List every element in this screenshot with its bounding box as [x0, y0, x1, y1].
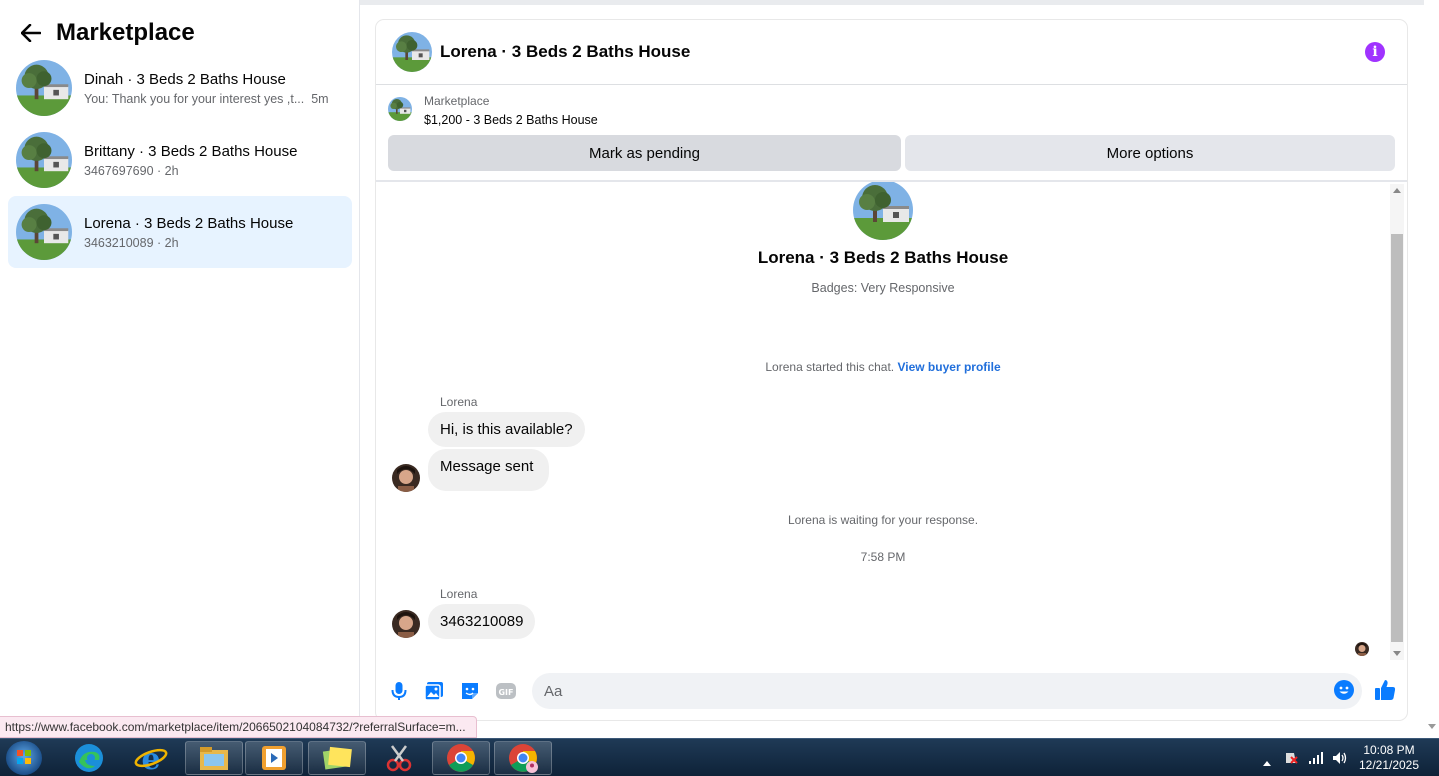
conversation-preview: 3463210089 · 2h [84, 235, 179, 250]
conversation-item-brittany[interactable]: Brittany · 3 Beds 2 Baths House 34676976… [8, 124, 352, 196]
network-icon[interactable] [1308, 751, 1323, 765]
sidebar-header: Marketplace [20, 18, 195, 48]
sticker-icon[interactable] [459, 680, 481, 702]
gif-icon[interactable]: GIF [495, 680, 517, 702]
conversation-name: Brittany · 3 Beds 2 Baths House [84, 142, 298, 160]
clock-date: 12/21/2025 [1358, 758, 1420, 772]
emoji-icon[interactable] [1334, 680, 1354, 700]
message-timestamp: 7:58 PM [860, 550, 906, 564]
snipping-tool-icon[interactable] [370, 741, 428, 775]
status-bar-url: https://www.facebook.com/marketplace/ite… [0, 716, 477, 738]
scroll-up-arrow[interactable] [1393, 188, 1401, 193]
system-clock[interactable]: 10:08 PM 12/21/2025 [1356, 743, 1422, 773]
listing-thumb [388, 97, 412, 121]
scroll-down-arrow[interactable] [1393, 651, 1401, 656]
conversation-name: Dinah · 3 Beds 2 Baths House [84, 70, 286, 88]
conversation-preview: You: Thank you for your interest yes ,t.… [84, 91, 329, 106]
scroll-thumb[interactable] [1391, 234, 1403, 642]
listing-summary[interactable]: Marketplace $1,200 - 3 Beds 2 Baths Hous… [388, 94, 598, 127]
waiting-line: Lorena is waiting for your response. [787, 513, 979, 527]
info-icon[interactable]: i [1365, 42, 1385, 62]
start-button[interactable] [6, 741, 42, 775]
clock-time: 10:08 PM [1363, 743, 1415, 757]
conversation-sidebar: Marketplace Dinah · 3 Beds 2 Baths House… [0, 0, 360, 738]
mark-as-pending-button[interactable]: Mark as pending [388, 135, 901, 171]
message-bubble[interactable]: 3463210089 [428, 604, 536, 639]
chrome-icon[interactable] [432, 741, 490, 775]
conversation-name: Lorena · 3 Beds 2 Baths House [84, 214, 294, 232]
edge-icon[interactable] [60, 741, 118, 775]
internet-explorer-icon[interactable]: e [122, 741, 180, 775]
listing-avatar [16, 132, 72, 188]
chrome-profile-icon[interactable] [494, 741, 552, 775]
badges-text: Badges: Very Responsive [811, 281, 955, 295]
volume-icon[interactable] [1332, 751, 1347, 765]
sticky-notes-icon[interactable] [308, 741, 366, 775]
file-explorer-icon[interactable] [185, 741, 243, 775]
photo-icon[interactable] [423, 680, 445, 702]
page-scrollbar[interactable] [1424, 0, 1439, 738]
page-title: Marketplace [56, 19, 195, 46]
listing-avatar [16, 60, 72, 116]
action-center-icon[interactable] [1284, 751, 1298, 765]
sender-label: Lorena [440, 587, 478, 601]
conversation-item-lorena[interactable]: Lorena · 3 Beds 2 Baths House 3463210089… [8, 196, 352, 268]
profile-name: Lorena · 3 Beds 2 Baths House [757, 248, 1009, 267]
top-border [360, 0, 1424, 5]
message-bubble[interactable]: Message sent [428, 449, 550, 491]
listing-price: $1,200 - 3 Beds 2 Baths House [424, 113, 598, 127]
message-composer: GIF [376, 670, 1407, 712]
listing-avatar [16, 204, 72, 260]
more-options-button[interactable]: More options [905, 135, 1395, 171]
chat-panel: Lorena · 3 Beds 2 Baths House i Marketpl… [376, 20, 1407, 720]
message-bubble[interactable]: Hi, is this available? [428, 412, 585, 447]
view-buyer-profile-link[interactable]: View buyer profile [897, 360, 1000, 374]
sender-label: Lorena [440, 395, 478, 409]
svg-text:e: e [141, 742, 160, 774]
chat-title[interactable]: Lorena · 3 Beds 2 Baths House [440, 42, 690, 62]
chat-avatar[interactable] [392, 32, 432, 72]
back-arrow-icon[interactable] [20, 22, 42, 44]
message-scrollbar[interactable] [1390, 184, 1404, 660]
listing-label: Marketplace [424, 94, 490, 108]
message-input[interactable] [532, 673, 1362, 709]
profile-avatar [853, 182, 913, 240]
conversation-item-dinah[interactable]: Dinah · 3 Beds 2 Baths House You: Thank … [8, 52, 352, 124]
seen-indicator-avatar [1355, 642, 1369, 656]
svg-text:GIF: GIF [498, 688, 513, 697]
sender-avatar [392, 464, 420, 492]
microphone-icon[interactable] [388, 680, 410, 702]
media-player-icon[interactable] [245, 741, 303, 775]
chat-started-line: Lorena started this chat. View buyer pro… [765, 360, 1001, 374]
windows-taskbar: e 10:08 PM 12/21/2025 [0, 738, 1439, 776]
chat-header: Lorena · 3 Beds 2 Baths House i [376, 20, 1407, 85]
message-thread: Lorena · 3 Beds 2 Baths House Badges: Ve… [376, 182, 1390, 660]
conversation-preview: 3467697690 · 2h [84, 163, 179, 178]
thumbs-up-icon[interactable] [1373, 678, 1396, 700]
show-hidden-icons-icon[interactable] [1262, 754, 1276, 768]
sender-avatar [392, 610, 420, 638]
